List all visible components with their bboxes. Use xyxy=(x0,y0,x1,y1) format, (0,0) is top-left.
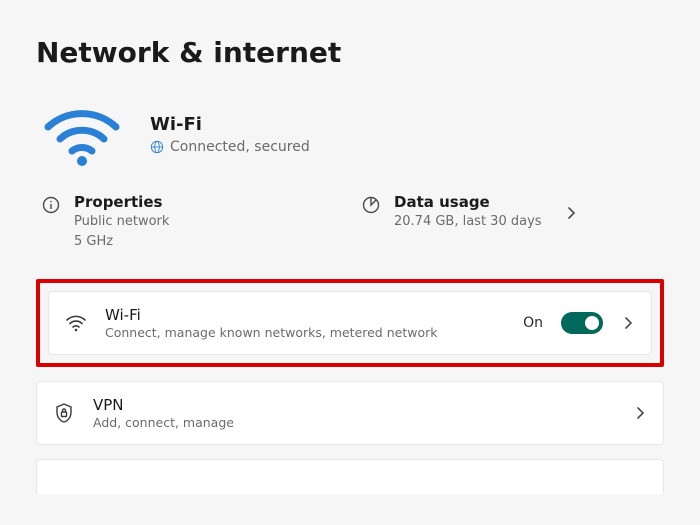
properties-band: 5 GHz xyxy=(74,233,169,251)
data-usage-detail: 20.74 GB, last 30 days xyxy=(394,213,542,231)
wifi-toggle-label: On xyxy=(523,315,543,331)
properties-button[interactable]: Properties Public network 5 GHz xyxy=(42,193,338,251)
data-usage-title: Data usage xyxy=(394,193,542,211)
wifi-small-icon xyxy=(65,312,87,334)
chevron-right-icon xyxy=(564,205,578,219)
pie-chart-icon xyxy=(362,196,380,214)
vpn-row-title: VPN xyxy=(93,396,615,414)
chevron-right-icon xyxy=(621,316,635,330)
page-title: Network & internet xyxy=(36,36,664,69)
globe-icon xyxy=(150,140,164,154)
connection-name: Wi-Fi xyxy=(150,114,310,135)
wifi-icon xyxy=(42,99,122,169)
highlight-annotation: Wi-Fi Connect, manage known networks, me… xyxy=(36,279,664,367)
properties-title: Properties xyxy=(74,193,169,211)
wifi-row-subtitle: Connect, manage known networks, metered … xyxy=(105,325,505,340)
chevron-right-icon xyxy=(633,406,647,420)
vpn-settings-row[interactable]: VPN Add, connect, manage xyxy=(36,381,664,445)
connection-status: Connected, secured xyxy=(170,139,310,155)
wifi-settings-row[interactable]: Wi-Fi Connect, manage known networks, me… xyxy=(48,291,652,355)
connection-summary: Wi-Fi Connected, secured xyxy=(36,99,664,169)
shield-lock-icon xyxy=(53,402,75,424)
vpn-row-subtitle: Add, connect, manage xyxy=(93,415,615,430)
properties-network-type: Public network xyxy=(74,213,169,231)
wifi-toggle[interactable] xyxy=(561,312,603,334)
info-icon xyxy=(42,196,60,214)
data-usage-button[interactable]: Data usage 20.74 GB, last 30 days xyxy=(362,193,658,231)
next-settings-row[interactable] xyxy=(36,459,664,494)
wifi-row-title: Wi-Fi xyxy=(105,306,505,324)
